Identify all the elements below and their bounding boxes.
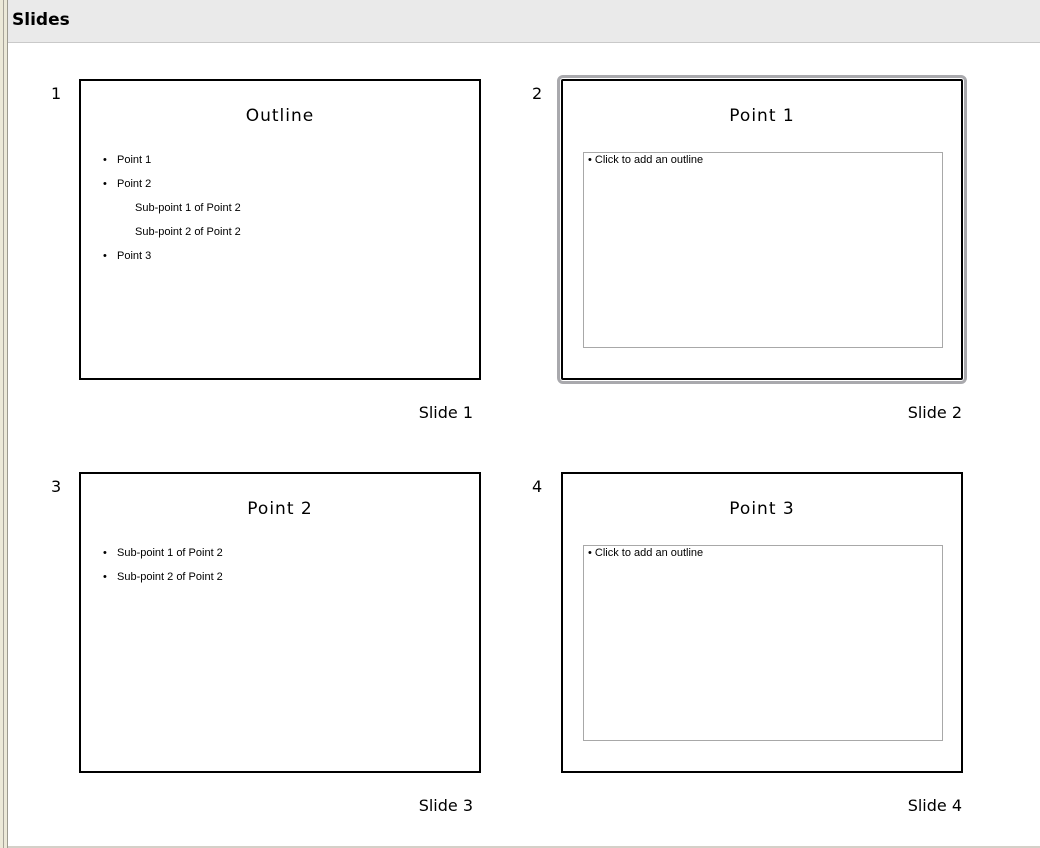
slide-title: Point 1	[729, 106, 795, 126]
outline-placeholder-text: • Click to add an outline	[588, 154, 704, 166]
slide-number: 4	[532, 477, 543, 496]
slide-title: Point 2	[247, 499, 313, 519]
slide-caption: Slide 2	[907, 403, 962, 422]
slide-bullet-list: • Point 1 • Point 2 Sub-point 1 of Point 2…	[103, 153, 241, 273]
slide-number: 3	[51, 477, 62, 496]
slide-caption: Slide 4	[907, 796, 962, 815]
outline-placeholder-text: • Click to add an outline	[588, 547, 704, 559]
bullet-item: • Point 3	[103, 250, 152, 262]
outline-placeholder-box[interactable]: • Click to add an outline	[583, 152, 943, 348]
slide-bullet-list: • Sub-point 1 of Point 2 • Sub-point 2 of …	[103, 546, 223, 594]
outline-placeholder-box[interactable]: • Click to add an outline	[583, 545, 943, 741]
slide-title: Outline	[245, 106, 315, 126]
slide-thumbnail-1[interactable]: Outline • Point 1 • Point 2 Sub-point 1 of…	[79, 79, 481, 380]
slide-title: Point 3	[729, 499, 795, 519]
slide-number: 2	[532, 84, 543, 103]
slides-panel-header: Slides	[8, 0, 1040, 43]
bullet-item: • Point 2	[103, 178, 152, 190]
slide-thumbnail-4[interactable]: Point 3 • Click to add an outline	[561, 472, 963, 773]
panel-left-border	[0, 0, 8, 848]
sub-bullet-item: Sub-point 2 of Point 2	[135, 226, 241, 238]
slide-number: 1	[51, 84, 62, 103]
bullet-item: • Sub-point 2 of Point 2	[103, 571, 223, 583]
bullet-item: • Sub-point 1 of Point 2	[103, 547, 223, 559]
slide-caption: Slide 3	[418, 796, 473, 815]
bullet-item: • Point 1	[103, 154, 152, 166]
sub-bullet-item: Sub-point 1 of Point 2	[135, 202, 241, 214]
slide-thumbnail-3[interactable]: Point 2 • Sub-point 1 of Point 2 • Sub-poi…	[79, 472, 481, 773]
slide-thumbnail-2[interactable]: Point 1 • Click to add an outline	[557, 75, 967, 384]
panel-title: Slides	[12, 10, 70, 30]
slide-caption: Slide 1	[418, 403, 473, 422]
slides-panel-content[interactable]: 1 Outline • Point 1 • Point 2 Sub-point 1 …	[9, 43, 1040, 848]
